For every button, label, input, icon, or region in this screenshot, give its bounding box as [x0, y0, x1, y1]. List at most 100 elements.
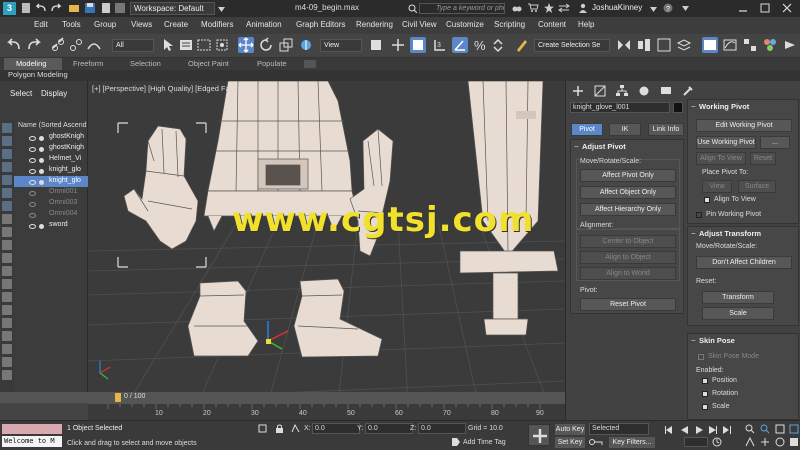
menu-edit[interactable]: Edit — [34, 20, 48, 29]
display-helpers-icon[interactable] — [2, 188, 12, 198]
hierarchy-tab-icon[interactable] — [616, 85, 628, 97]
edit-working-pivot-button[interactable]: Edit Working Pivot — [696, 119, 792, 132]
menu-views[interactable]: Views — [131, 20, 152, 29]
align-to-view-checkbox[interactable] — [704, 197, 710, 203]
selection-lock-icon[interactable] — [275, 424, 284, 433]
maxscript-listener-mini[interactable] — [2, 424, 62, 434]
spinner-snap-icon[interactable] — [490, 37, 506, 53]
filter-icon[interactable] — [2, 318, 12, 328]
tab-link-info[interactable]: Link Info — [648, 123, 684, 136]
display-groups-icon[interactable] — [2, 214, 12, 224]
material-editor-icon[interactable] — [762, 37, 778, 53]
menu-graph-editors[interactable]: Graph Editors — [296, 20, 345, 29]
menu-content[interactable]: Content — [538, 20, 566, 29]
rotate-icon[interactable] — [258, 37, 274, 53]
y-coord-field[interactable]: 0.0 — [365, 423, 413, 434]
scene-select-menu[interactable]: Select — [10, 89, 32, 98]
key-mode-select[interactable]: Selected — [589, 423, 649, 435]
working-pivot-options-button[interactable]: ... — [760, 136, 790, 149]
x-coord-field[interactable]: 0.0 — [312, 423, 360, 434]
eye-icon[interactable] — [29, 147, 36, 152]
hierarchy-icon[interactable] — [2, 344, 12, 354]
find-icon[interactable] — [2, 331, 12, 341]
close-icon[interactable] — [782, 3, 792, 15]
file-icon[interactable] — [22, 2, 30, 14]
toggle-layer-explorer-icon[interactable] — [676, 37, 692, 53]
curve-editor-icon[interactable] — [722, 37, 738, 53]
user-name[interactable]: JoshuaKinney — [592, 3, 642, 12]
next-frame-icon[interactable] — [708, 425, 718, 435]
eye-icon[interactable] — [29, 202, 36, 207]
auto-key-button[interactable]: Auto Key — [554, 423, 586, 436]
maximize-icon[interactable] — [760, 3, 770, 15]
help-chevron-icon[interactable] — [682, 4, 689, 13]
set-key-big-button[interactable] — [528, 424, 550, 446]
object-name-field[interactable]: knight_glove_l001 — [570, 102, 670, 113]
link-icon[interactable] — [50, 37, 66, 53]
isolate-selection-icon[interactable] — [258, 424, 267, 433]
display-lights-icon[interactable] — [2, 162, 12, 172]
new-scene-icon[interactable] — [100, 2, 112, 14]
skin-pose-position-checkbox[interactable] — [702, 378, 708, 384]
snaps-toggle-icon[interactable]: 3 — [432, 37, 448, 53]
perspective-viewport[interactable] — [88, 81, 565, 403]
move-icon[interactable] — [238, 37, 254, 53]
add-time-tag[interactable]: Add Time Tag — [463, 439, 506, 446]
display-geometry-icon[interactable] — [2, 136, 12, 146]
time-config-icon[interactable] — [712, 437, 722, 447]
working-pivot-reset-button[interactable]: Reset — [750, 152, 776, 165]
display-xrefs-icon[interactable] — [2, 227, 12, 237]
display-all-icon[interactable] — [2, 292, 12, 302]
display-frozen-icon[interactable] — [2, 266, 12, 276]
pivot-center-icon[interactable] — [368, 37, 384, 53]
time-tag-icon[interactable] — [452, 438, 460, 446]
set-key-button[interactable]: Set Key — [554, 436, 586, 449]
display-bones-icon[interactable] — [2, 240, 12, 250]
reset-pivot-button[interactable]: Reset Pivot — [580, 298, 676, 311]
affect-hierarchy-only-button[interactable]: Affect Hierarchy Only — [580, 203, 676, 216]
place-icon[interactable] — [298, 37, 314, 53]
render-toggle-icon[interactable] — [39, 224, 44, 229]
menu-scripting[interactable]: Scripting — [494, 20, 525, 29]
select-object-icon[interactable] — [160, 37, 176, 53]
working-pivot-title[interactable]: Working Pivot — [699, 102, 749, 111]
scene-display-menu[interactable]: Display — [41, 89, 67, 98]
display-none-icon[interactable] — [2, 123, 12, 133]
eye-icon[interactable] — [29, 136, 36, 141]
tab-populate[interactable]: Populate — [257, 59, 287, 68]
chevron-down-icon[interactable] — [218, 5, 225, 14]
use-working-pivot-button[interactable]: Use Working Pivot — [696, 136, 756, 149]
star-icon[interactable] — [544, 3, 554, 15]
render-toggle-icon[interactable] — [39, 147, 44, 152]
toggle-scene-explorer-icon[interactable] — [656, 37, 672, 53]
maxscript-output[interactable]: Welcome to M — [2, 436, 62, 447]
reset-scale-button[interactable]: Scale — [702, 307, 774, 320]
go-to-end-icon[interactable] — [722, 425, 732, 435]
align-to-view-button[interactable]: Align To View — [696, 152, 746, 165]
redo-icon[interactable] — [26, 37, 42, 53]
eye-icon[interactable] — [29, 224, 36, 229]
render-setup-icon[interactable] — [782, 37, 798, 53]
minimize-icon[interactable] — [738, 3, 748, 15]
pan-icon[interactable] — [760, 437, 770, 447]
lock-icon[interactable] — [2, 370, 12, 380]
rollout-collapse-icon[interactable]: − — [691, 336, 696, 345]
affect-object-only-button[interactable]: Affect Object Only — [580, 186, 676, 199]
selection-filter-select[interactable]: All — [112, 39, 154, 52]
tab-selection[interactable]: Selection — [130, 59, 161, 68]
rollout-collapse-icon[interactable]: − — [691, 229, 696, 238]
center-to-object-button[interactable]: Center to Object — [580, 235, 676, 248]
user-icon[interactable] — [578, 3, 588, 15]
render-toggle-icon[interactable] — [39, 158, 44, 163]
display-tab-icon[interactable] — [660, 85, 672, 97]
bind-space-warp-icon[interactable] — [86, 37, 102, 53]
schematic-view-icon[interactable] — [742, 37, 758, 53]
percent-snap-icon[interactable]: % — [472, 37, 488, 53]
key-filters-button[interactable]: Key Filters... — [608, 436, 656, 449]
viewport-label[interactable]: [+] [Perspective] [High Quality] [Edged … — [92, 84, 246, 93]
previous-frame-icon[interactable] — [680, 425, 690, 435]
skin-pose-rotation-checkbox[interactable] — [702, 391, 708, 397]
menu-modifiers[interactable]: Modifiers — [201, 20, 233, 29]
workspace-select[interactable]: Workspace: Default — [130, 2, 215, 15]
scale-icon[interactable] — [278, 37, 294, 53]
